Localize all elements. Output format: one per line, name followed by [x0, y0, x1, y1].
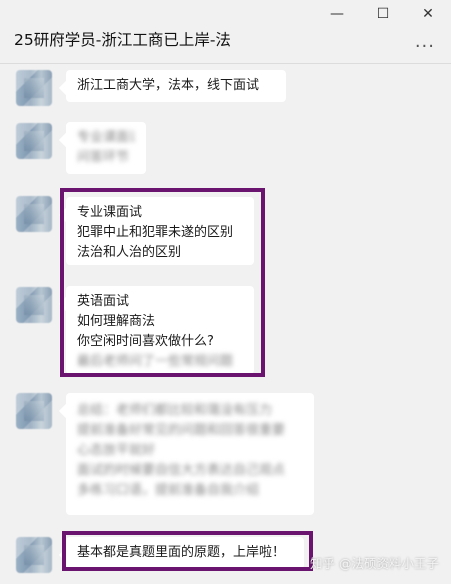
avatar[interactable]: [16, 287, 52, 323]
maximize-icon[interactable]: ☐: [360, 0, 406, 28]
more-options-icon[interactable]: ···: [415, 36, 435, 57]
message-text: 浙江工商大学，法本，线下面试: [77, 78, 260, 93]
minimize-icon[interactable]: —: [314, 0, 360, 28]
message-bubble[interactable]: 专业课面试 问答环节: [66, 122, 146, 174]
chat-title: 25研府学员-浙江工商已上岸-法: [14, 31, 231, 49]
highlight-box: [62, 531, 313, 571]
blurred-text: 面试的时候要自信大方表达自己观点: [77, 463, 286, 478]
blurred-text: 专业课面试: [77, 130, 135, 145]
blurred-text: 多练习口语，提前准备自我介绍: [77, 483, 260, 498]
close-icon[interactable]: ✕: [405, 0, 451, 28]
blurred-text: 心态放平就好: [77, 443, 156, 458]
avatar[interactable]: [16, 70, 52, 106]
highlight-box: [60, 188, 265, 377]
title-divider: [0, 63, 451, 64]
avatar[interactable]: [16, 537, 52, 573]
avatar[interactable]: [16, 123, 52, 159]
avatar[interactable]: [16, 196, 52, 232]
message-bubble[interactable]: 浙江工商大学，法本，线下面试: [66, 70, 286, 102]
message-bubble[interactable]: 总结：老师们都比较和蔼没有压力 提前准备好常见的问题和回答很重要 心态放平就好 …: [66, 393, 314, 515]
blurred-text: 问答环节: [77, 150, 130, 165]
watermark: 知乎 @法硕资料小王子: [310, 556, 439, 571]
blurred-text: 总结：老师们都比较和蔼没有压力: [77, 403, 273, 418]
blurred-text: 提前准备好常见的问题和回答很重要: [77, 423, 286, 438]
title-bar: — ☐ ✕ 25研府学员-浙江工商已上岸-法 ···: [0, 0, 451, 64]
avatar[interactable]: [16, 393, 52, 429]
